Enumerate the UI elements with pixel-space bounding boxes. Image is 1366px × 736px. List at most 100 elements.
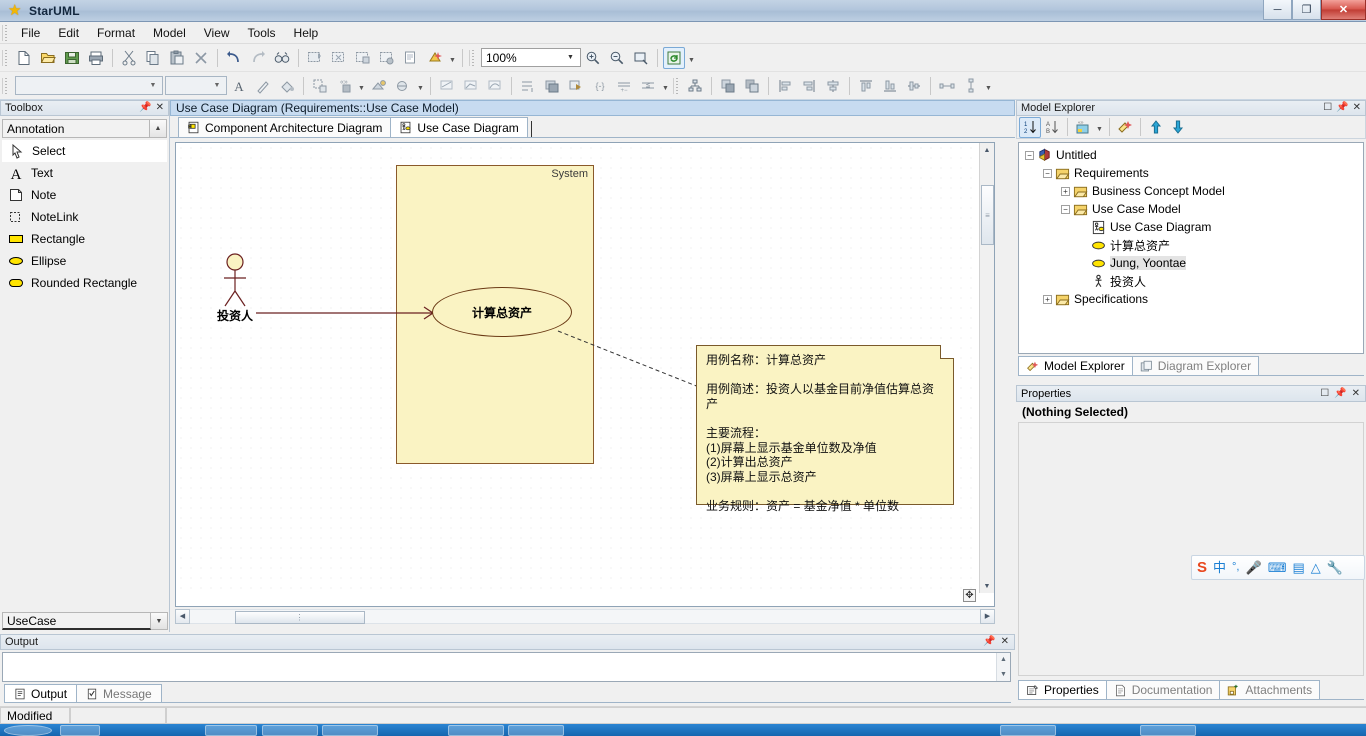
tree-node-use-case-model[interactable]: − Use Case Model [1019,200,1363,218]
toolbox-profile-selector[interactable]: UseCase ▼ [0,610,170,632]
canvas-vertical-scrollbar[interactable]: ▲ ≡ ▼ [979,143,994,593]
send-to-back-button[interactable] [565,75,587,97]
restore-icon[interactable]: ☐ [1320,388,1329,399]
add-diagram-button[interactable] [304,47,326,69]
copy-button[interactable] [142,47,164,69]
bring-to-front-button[interactable] [541,75,563,97]
expander-minus-icon[interactable]: − [1025,150,1034,160]
align-right-button[interactable] [798,75,820,97]
tab-documentation[interactable]: Documentation [1105,680,1221,699]
horizontal-scroll-thumb[interactable]: ⋮ [235,610,365,624]
pin-icon[interactable]: 📌 [1334,388,1346,399]
restore-icon[interactable]: ☐ [1323,103,1332,113]
stereotype-display-button[interactable] [309,75,331,97]
tab-component-architecture-diagram[interactable]: Component Architecture Diagram [178,117,392,137]
filter-dropdown-arrow[interactable]: ▼ [1094,116,1105,138]
tree-node-business-concept-model[interactable]: + Business Concept Model [1019,182,1363,200]
align-left-button[interactable] [774,75,796,97]
layout-diagram-button[interactable] [684,75,706,97]
format-toolbar-grip[interactable] [2,77,9,94]
show-stereotype-button[interactable]: «» [333,75,355,97]
move-up-button[interactable] [1145,117,1167,138]
diagram-canvas-container[interactable]: System 计算总资产 投资人 用例名称：计算总资产 用例简述：投资人以基金目… [175,142,995,607]
vertical-scroll-thumb[interactable]: ≡ [981,185,994,245]
tree-node-requirements[interactable]: − Requirements [1019,164,1363,182]
new-button[interactable] [13,47,35,69]
chevron-down-icon[interactable]: ▼ [563,49,578,66]
skin-icon[interactable]: △ [1311,561,1321,574]
distribute-vertical-button[interactable] [960,75,982,97]
close-icon[interactable]: ✕ [1353,103,1361,113]
microphone-icon[interactable]: 🎤 [1246,561,1262,574]
zoom-toolbar-grip[interactable] [469,49,476,66]
line-style-rectilinear-button[interactable] [436,75,458,97]
chinese-mode-icon[interactable]: 中 [1213,561,1226,574]
taskbar-item[interactable] [205,725,257,736]
note-link[interactable] [556,329,701,389]
taskbar-item[interactable] [262,725,318,736]
zoom-in-button[interactable] [582,47,604,69]
scroll-up-arrow[interactable]: ▲ [997,653,1010,666]
align-dropdown-arrow[interactable]: ▼ [983,75,994,97]
menu-format[interactable]: Format [88,23,144,43]
diagram-canvas[interactable]: System 计算总资产 投资人 用例名称：计算总资产 用例简述：投资人以基金目… [176,143,981,593]
pin-icon[interactable]: 📌 [139,103,151,113]
minimize-button[interactable]: ─ [1263,0,1292,20]
align-bottom-button[interactable] [879,75,901,97]
menu-grip-handle[interactable] [2,24,9,41]
tab-use-case-diagram[interactable]: Use Case Diagram [390,117,528,137]
toolbox-item-rectangle[interactable]: Rectangle [2,228,167,250]
tab-output[interactable]: Output [4,684,78,702]
redo-button[interactable] [247,47,269,69]
sogou-logo-icon[interactable]: S [1197,559,1207,576]
show-property-button[interactable]: ≦ [637,75,659,97]
print-button[interactable] [85,47,107,69]
distribute-horizontal-button[interactable] [936,75,958,97]
toolbox-item-ellipse[interactable]: Ellipse [2,250,167,272]
sort-alphabetically-button[interactable]: AB [1041,117,1063,138]
fit-to-window-button[interactable] [630,47,652,69]
refresh-dropdown-arrow[interactable]: ▼ [686,47,697,69]
taskbar-start-button[interactable] [4,725,52,736]
fill-color-button[interactable] [276,75,298,97]
word-wrap-button[interactable]: +− [613,75,635,97]
output-text-area[interactable]: ▲ ▼ [2,652,1011,682]
open-button[interactable] [37,47,59,69]
expander-plus-icon[interactable]: + [1043,294,1052,304]
font-color-button[interactable]: A [228,75,250,97]
canvas-horizontal-scrollbar[interactable]: ◀ ⋮ ▶ [175,608,995,624]
suppress-attributes-button[interactable] [368,75,390,97]
refresh-button[interactable] [663,46,685,69]
tree-node-use-case-diagram[interactable]: Use Case Diagram [1019,218,1363,236]
taskbar-item[interactable] [60,725,100,736]
toolbox-item-rounded-rectangle[interactable]: Rounded Rectangle [2,272,167,294]
menu-edit[interactable]: Edit [49,23,88,43]
model-explorer-tree[interactable]: − Untitled − Requirements + Business Con… [1018,142,1364,354]
zoom-combo[interactable]: 100% ▼ [481,48,581,67]
menu-view[interactable]: View [195,23,239,43]
horizontal-scroll-track[interactable]: ⋮ [190,608,980,624]
properties-body[interactable] [1018,422,1364,676]
menu-file[interactable]: File [12,23,49,43]
cut-button[interactable] [118,47,140,69]
os-taskbar[interactable] [0,724,1366,736]
toolbox-icon[interactable]: ▤ [1292,561,1304,574]
scroll-up-arrow[interactable]: ▲ [980,143,994,157]
close-button[interactable]: ✕ [1321,0,1366,20]
scroll-down-arrow[interactable]: ▼ [980,579,994,593]
move-down-button[interactable] [1167,117,1189,138]
align-top-button[interactable] [855,75,877,97]
format-dropdown-arrow[interactable]: ▼ [660,75,671,97]
keyboard-icon[interactable]: ⌨ [1268,561,1287,574]
save-button[interactable] [61,47,83,69]
align-toolbar-grip[interactable] [673,77,680,94]
scroll-right-arrow[interactable]: ▶ [980,608,995,624]
paste-button[interactable] [166,47,188,69]
pin-icon[interactable]: 📌 [983,637,995,647]
chevron-down-icon[interactable]: ▼ [151,612,168,630]
close-icon[interactable]: ✕ [1352,388,1360,399]
use-case-node[interactable]: 计算总资产 [432,287,572,337]
taskbar-item[interactable] [508,725,564,736]
toolbox-item-text[interactable]: A Text [2,162,167,184]
tab-model-explorer[interactable]: Model Explorer [1018,356,1133,375]
